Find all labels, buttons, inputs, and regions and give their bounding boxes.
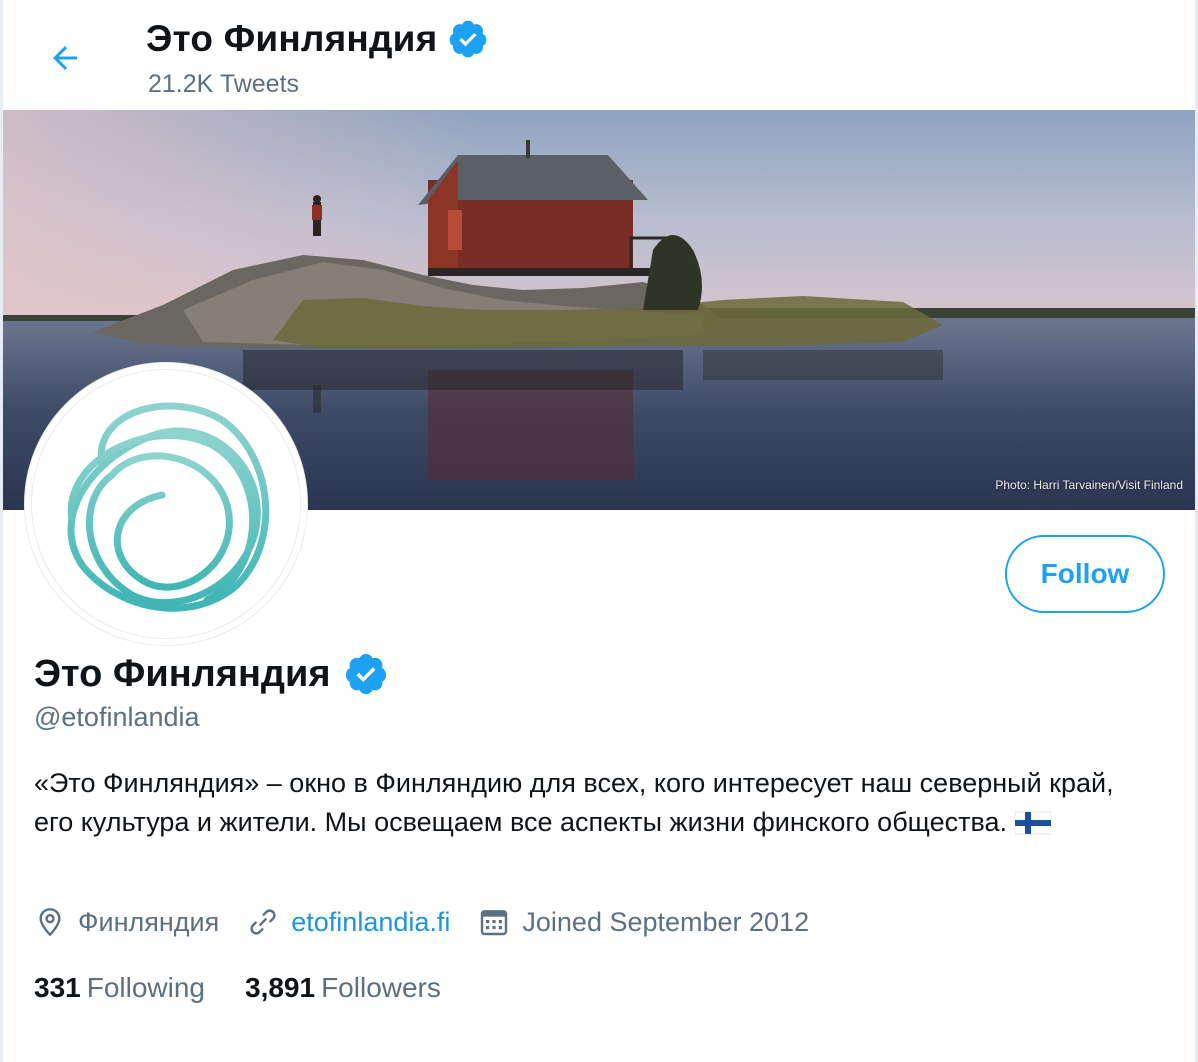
link-icon <box>250 909 276 935</box>
profile-header-bar: Это Финляндия 21.2K Tweets <box>3 0 1195 110</box>
profile-name: Это Финляндия <box>34 652 331 695</box>
arrow-left-icon <box>53 46 77 70</box>
joined-item: Joined September 2012 <box>478 906 809 938</box>
photo-credit: Photo: Harri Tarvainen/Visit Finland <box>995 478 1183 492</box>
location-item: Финляндия <box>34 906 219 938</box>
profile-stats: 331 Following 3,891 Followers <box>34 972 481 1004</box>
joined-text: Joined September 2012 <box>522 906 810 937</box>
tweet-count: 21.2K Tweets <box>148 70 300 98</box>
verified-badge-icon <box>449 20 487 58</box>
back-button[interactable] <box>39 32 91 84</box>
followers-label: Followers <box>321 972 441 1003</box>
follow-button[interactable]: Follow <box>1005 535 1165 613</box>
header-title-row: Это Финляндия <box>146 18 489 60</box>
verified-badge-icon <box>345 653 386 695</box>
location-pin-icon <box>39 908 61 937</box>
following-label: Following <box>86 972 205 1003</box>
profile-bio: «Это Финляндия» – окно в Финляндию для в… <box>34 764 1154 842</box>
calendar-icon <box>481 910 508 936</box>
bio-text: «Это Финляндия» – окно в Финляндию для в… <box>34 768 1114 837</box>
website-link[interactable]: etofinlandia.fi <box>291 907 450 938</box>
avatar-logo <box>67 402 270 612</box>
finland-flag-icon <box>1015 811 1052 835</box>
following-count: 331 <box>34 972 81 1003</box>
followers-count: 3,891 <box>245 972 316 1003</box>
profile-name-row: Это Финляндия <box>34 651 389 697</box>
avatar-frame <box>31 369 301 639</box>
website-item: etofinlandia.fi <box>247 906 450 938</box>
location-text: Финляндия <box>78 906 220 937</box>
profile-handle: @etofinlandia <box>34 702 200 732</box>
header-title: Это Финляндия <box>146 18 438 59</box>
followers-stat[interactable]: 3,891 Followers <box>245 972 441 1004</box>
profile-avatar[interactable] <box>25 363 307 645</box>
following-stat[interactable]: 331 Following <box>34 972 205 1004</box>
profile-meta: Финляндия etofinlandia.fi Joined Septemb… <box>34 906 837 938</box>
